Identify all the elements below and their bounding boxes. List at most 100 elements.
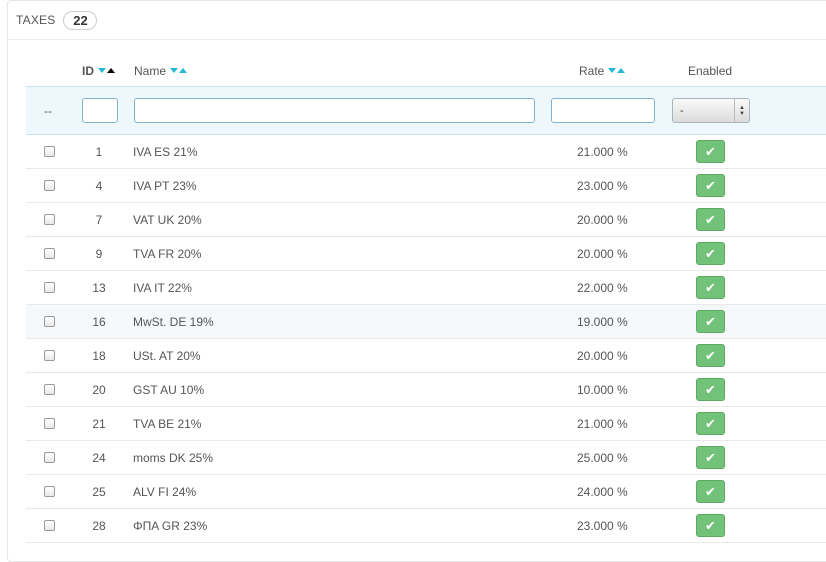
row-checkbox[interactable] bbox=[44, 520, 55, 531]
sort-desc-icon[interactable] bbox=[98, 68, 106, 73]
table-row[interactable]: 13 IVA IT 22% 22.000 % ✔ bbox=[26, 271, 826, 305]
table-row[interactable]: 9 TVA FR 20% 20.000 % ✔ bbox=[26, 237, 826, 271]
row-checkbox[interactable] bbox=[44, 486, 55, 497]
cell-name: moms DK 25% bbox=[133, 450, 214, 465]
table-row[interactable]: 4 IVA PT 23% 23.000 % ✔ bbox=[26, 169, 826, 203]
cell-rate: 21.000 % bbox=[577, 144, 628, 159]
enabled-toggle-button[interactable]: ✔ bbox=[696, 310, 725, 333]
cell-rate: 20.000 % bbox=[577, 348, 628, 363]
cell-id: 1 bbox=[95, 144, 103, 159]
column-header-name[interactable]: Name bbox=[134, 54, 188, 87]
cell-name: TVA FR 20% bbox=[133, 246, 202, 261]
row-checkbox[interactable] bbox=[44, 384, 55, 395]
panel-heading: Taxes 22 bbox=[8, 1, 826, 40]
enabled-toggle-button[interactable]: ✔ bbox=[696, 242, 725, 265]
enabled-toggle-button[interactable]: ✔ bbox=[696, 480, 725, 503]
cell-name: ALV FI 24% bbox=[133, 484, 197, 499]
cell-id: 25 bbox=[92, 484, 106, 499]
filter-name-input[interactable] bbox=[134, 98, 535, 123]
cell-rate: 20.000 % bbox=[577, 212, 628, 227]
table-row[interactable]: 18 USt. AT 20% 20.000 % ✔ bbox=[26, 339, 826, 373]
enabled-toggle-button[interactable]: ✔ bbox=[696, 208, 725, 231]
check-icon: ✔ bbox=[705, 483, 716, 499]
enabled-toggle-button[interactable]: ✔ bbox=[696, 174, 725, 197]
column-id-label: ID bbox=[82, 63, 94, 78]
row-checkbox[interactable] bbox=[44, 146, 55, 157]
row-checkbox[interactable] bbox=[44, 282, 55, 293]
table-row[interactable]: 16 MwSt. DE 19% 19.000 % ✔ bbox=[26, 305, 826, 339]
count-badge: 22 bbox=[63, 10, 98, 30]
row-checkbox[interactable] bbox=[44, 418, 55, 429]
cell-rate: 23.000 % bbox=[577, 518, 628, 533]
bulk-placeholder: -- bbox=[44, 103, 52, 118]
filter-id-input[interactable] bbox=[82, 98, 118, 123]
cell-rate: 22.000 % bbox=[577, 280, 628, 295]
check-icon: ✔ bbox=[705, 245, 716, 261]
filter-enabled-select[interactable]: - ▲ ▼ bbox=[672, 98, 750, 123]
check-icon: ✔ bbox=[705, 517, 716, 533]
cell-name: USt. AT 20% bbox=[133, 348, 201, 363]
check-icon: ✔ bbox=[705, 347, 716, 363]
enabled-toggle-button[interactable]: ✔ bbox=[696, 446, 725, 469]
cell-rate: 25.000 % bbox=[577, 450, 628, 465]
filter-enabled-value: - bbox=[680, 104, 684, 117]
check-icon: ✔ bbox=[705, 415, 716, 431]
check-icon: ✔ bbox=[705, 449, 716, 465]
cell-name: VAT UK 20% bbox=[133, 212, 202, 227]
cell-name: ΦΠΑ GR 23% bbox=[133, 518, 208, 533]
cell-rate: 10.000 % bbox=[577, 382, 628, 397]
column-enabled-label: Enabled bbox=[688, 63, 733, 78]
table-row[interactable]: 28 ΦΠΑ GR 23% 23.000 % ✔ bbox=[26, 509, 826, 543]
cell-rate: 21.000 % bbox=[577, 416, 628, 431]
check-icon: ✔ bbox=[705, 313, 716, 329]
page-title: Taxes bbox=[16, 13, 56, 27]
sort-desc-icon[interactable] bbox=[608, 68, 617, 73]
enabled-toggle-button[interactable]: ✔ bbox=[696, 514, 725, 537]
cell-name: TVA BE 21% bbox=[133, 416, 202, 431]
table-row[interactable]: 1 IVA ES 21% 21.000 % ✔ bbox=[26, 135, 826, 169]
cell-id: 20 bbox=[92, 382, 106, 397]
row-checkbox[interactable] bbox=[44, 248, 55, 259]
enabled-toggle-button[interactable]: ✔ bbox=[696, 276, 725, 299]
filter-row: -- - ▲ ▼ bbox=[26, 86, 826, 135]
cell-rate: 20.000 % bbox=[577, 246, 628, 261]
cell-name: IVA PT 23% bbox=[133, 178, 197, 193]
cell-rate: 24.000 % bbox=[577, 484, 628, 499]
table-row[interactable]: 25 ALV FI 24% 24.000 % ✔ bbox=[26, 475, 826, 509]
table-row[interactable]: 24 moms DK 25% 25.000 % ✔ bbox=[26, 441, 826, 475]
check-icon: ✔ bbox=[705, 211, 716, 227]
enabled-toggle-button[interactable]: ✔ bbox=[696, 140, 725, 163]
cell-id: 21 bbox=[92, 416, 106, 431]
cell-id: 28 bbox=[92, 518, 106, 533]
cell-rate: 19.000 % bbox=[577, 314, 628, 329]
sort-asc-icon[interactable] bbox=[179, 68, 188, 73]
cell-id: 7 bbox=[95, 212, 103, 227]
enabled-toggle-button[interactable]: ✔ bbox=[696, 412, 725, 435]
cell-id: 24 bbox=[92, 450, 106, 465]
cell-id: 16 bbox=[92, 314, 106, 329]
select-arrows-icon: ▲ ▼ bbox=[734, 99, 749, 122]
sort-desc-icon[interactable] bbox=[170, 68, 179, 73]
enabled-toggle-button[interactable]: ✔ bbox=[696, 378, 725, 401]
filter-rate-input[interactable] bbox=[551, 98, 655, 123]
row-checkbox[interactable] bbox=[44, 452, 55, 463]
row-checkbox[interactable] bbox=[44, 214, 55, 225]
table-row[interactable]: 21 TVA BE 21% 21.000 % ✔ bbox=[26, 407, 826, 441]
sort-asc-icon[interactable] bbox=[107, 68, 115, 73]
cell-name: MwSt. DE 19% bbox=[133, 314, 214, 329]
cell-rate: 23.000 % bbox=[577, 178, 628, 193]
cell-id: 9 bbox=[95, 246, 103, 261]
table-header: ID Name Rate Enabled bbox=[26, 54, 826, 87]
table-row[interactable]: 7 VAT UK 20% 20.000 % ✔ bbox=[26, 203, 826, 237]
row-checkbox[interactable] bbox=[44, 180, 55, 191]
enabled-toggle-button[interactable]: ✔ bbox=[696, 344, 725, 367]
column-header-rate[interactable]: Rate bbox=[579, 54, 626, 87]
table-row[interactable]: 20 GST AU 10% 10.000 % ✔ bbox=[26, 373, 826, 407]
cell-name: GST AU 10% bbox=[133, 382, 205, 397]
cell-id: 13 bbox=[92, 280, 106, 295]
row-checkbox[interactable] bbox=[44, 350, 55, 361]
row-checkbox[interactable] bbox=[44, 316, 55, 327]
check-icon: ✔ bbox=[705, 177, 716, 193]
column-header-id[interactable]: ID bbox=[82, 54, 115, 87]
sort-asc-icon[interactable] bbox=[617, 68, 626, 73]
